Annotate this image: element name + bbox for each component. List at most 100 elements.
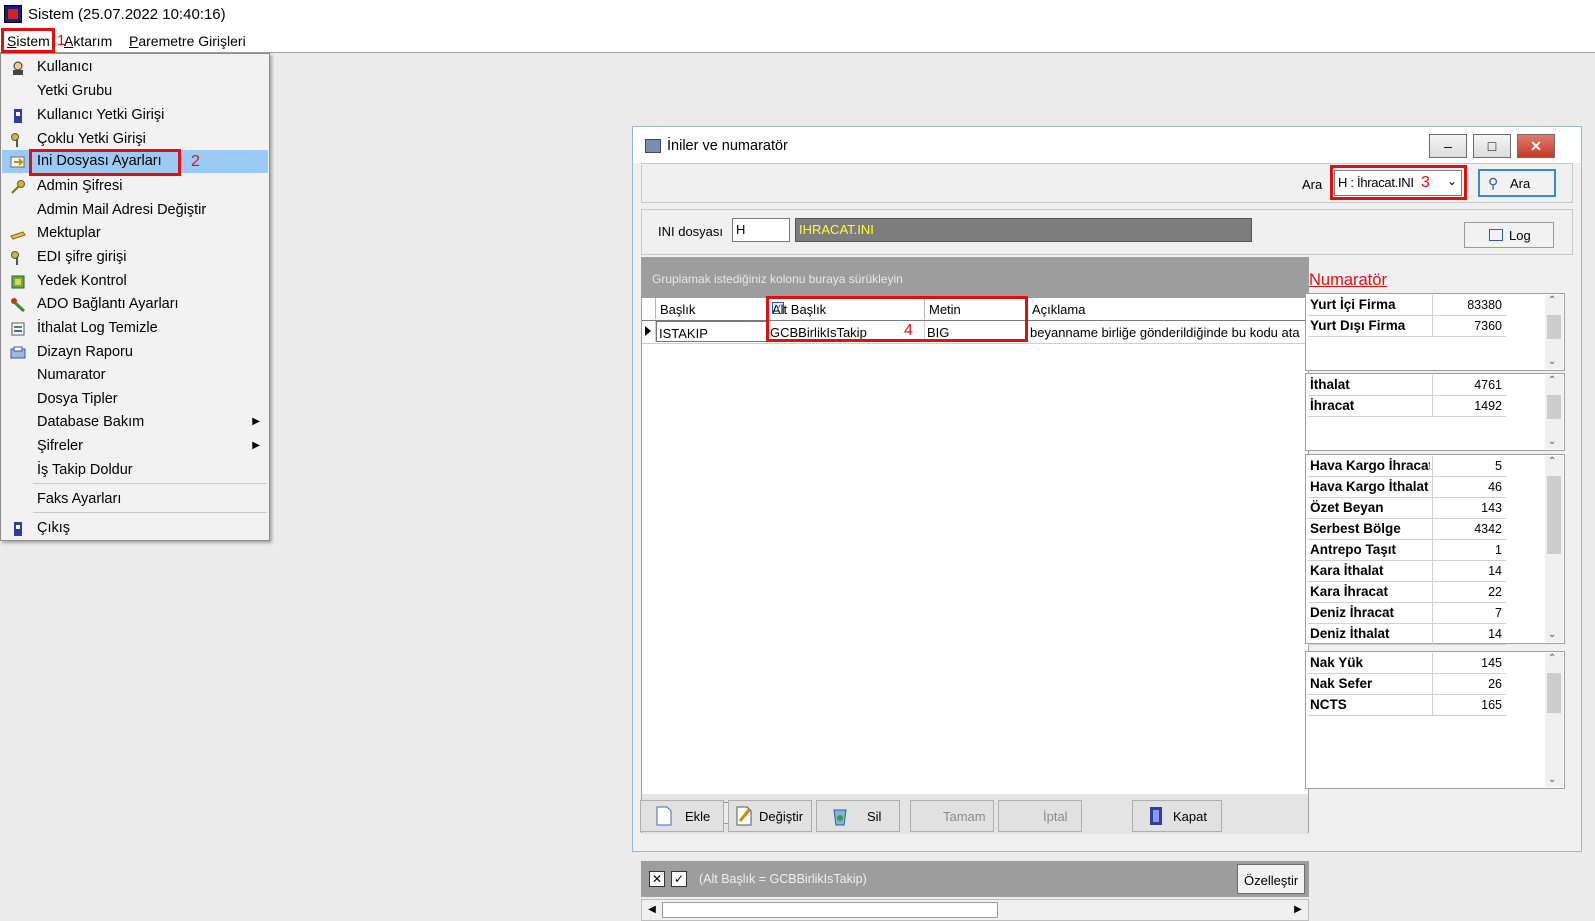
menu-item-coklu-yetki[interactable]: Çoklu Yetki Girişi bbox=[2, 128, 268, 151]
menu-item-is-takip[interactable]: İş Takip Doldur bbox=[2, 459, 268, 482]
edit-button[interactable]: Değiştir bbox=[728, 800, 812, 832]
app-title: Sistem (25.07.2022 10:40:16) bbox=[28, 6, 226, 23]
submenu-arrow-icon: ▶ bbox=[252, 440, 260, 451]
highlight-box-search bbox=[1330, 165, 1467, 200]
menu-item-ado-baglanti[interactable]: ADO Bağlantı Ayarları bbox=[2, 293, 268, 316]
menu-aktarim[interactable]: Aktarım bbox=[64, 33, 112, 49]
cancel-button[interactable]: İptal bbox=[998, 800, 1082, 832]
list-item[interactable]: Kara İthalat 14 bbox=[1308, 561, 1506, 582]
search-button[interactable]: ⚲ Ara bbox=[1478, 169, 1556, 197]
highlight-box-ini bbox=[29, 149, 181, 176]
group-by-panel[interactable]: Gruplamak istediğiniz kolonu buraya sürü… bbox=[642, 258, 1308, 298]
menu-item-database-bakim[interactable]: Database Bakım ▶ bbox=[2, 411, 268, 434]
exit-door-icon bbox=[1147, 806, 1165, 826]
numerator-title: Numaratör bbox=[1309, 271, 1387, 289]
connection-icon bbox=[10, 297, 26, 313]
menubar: Sistem 1 Aktarım Paremetre Girişleri bbox=[0, 28, 1595, 53]
filter-enable-checkbox[interactable]: ✓ bbox=[671, 871, 687, 887]
vertical-scrollbar[interactable]: ⌃ ⌄ bbox=[1545, 456, 1563, 642]
numerator-group-nak: Nak Yük 145 Nak Sefer 26 NCTS 165 ⌃ ⌄ bbox=[1305, 651, 1565, 789]
menu-item-sifreler[interactable]: Şifreler ▶ bbox=[2, 435, 268, 458]
minimize-button[interactable]: – bbox=[1429, 134, 1467, 158]
list-item[interactable]: Hava Kargo İthalat 46 bbox=[1308, 477, 1506, 498]
search-panel: Ara H : İhracat.INI 3 ⌄ ⚲ Ara bbox=[641, 163, 1573, 203]
row-indicator-icon bbox=[642, 321, 656, 342]
clear-filter-icon[interactable]: ✕ bbox=[649, 871, 665, 887]
vertical-scrollbar[interactable]: ⌃ ⌄ bbox=[1545, 653, 1563, 787]
search-label: Ara bbox=[1302, 177, 1323, 192]
submenu-arrow-icon: ▶ bbox=[252, 416, 260, 427]
list-item[interactable]: Özet Beyan 143 bbox=[1308, 498, 1506, 519]
new-document-icon bbox=[655, 806, 673, 826]
horizontal-scrollbar[interactable]: ◀ ▶ bbox=[641, 899, 1309, 921]
menu-parametre[interactable]: Paremetre Girişleri bbox=[129, 33, 246, 49]
menu-item-dosya-tipler[interactable]: Dosya Tipler bbox=[2, 388, 268, 411]
sistem-dropdown-menu: Kullanıcı Yetki Grubu Kullanıcı Yetki Gi… bbox=[0, 53, 270, 541]
menu-item-admin-sifresi[interactable]: Admin Şifresi bbox=[2, 175, 268, 198]
recycle-bin-icon bbox=[831, 806, 849, 826]
list-item[interactable]: Yurt Dışı Firma 7360 bbox=[1308, 316, 1506, 337]
dialog-titlebar: İniler ve numaratör – □ ✕ bbox=[633, 127, 1581, 163]
app-titlebar: Sistem (25.07.2022 10:40:16) bbox=[0, 0, 1595, 30]
list-item[interactable]: İhracat 1492 bbox=[1308, 396, 1506, 417]
scroll-right-icon[interactable]: ▶ bbox=[1290, 902, 1306, 918]
ini-file-panel: INI dosyası H IHRACAT.INI Log bbox=[641, 209, 1573, 255]
scroll-left-icon[interactable]: ◀ bbox=[644, 902, 660, 918]
vertical-scrollbar[interactable]: ⌃ ⌄ bbox=[1545, 375, 1563, 449]
menu-item-ithalat-log[interactable]: İthalat Log Temizle bbox=[2, 317, 268, 340]
delete-button[interactable]: Sil bbox=[816, 800, 900, 832]
ini-settings-icon bbox=[10, 154, 26, 170]
list-item[interactable]: Nak Yük 145 bbox=[1308, 653, 1506, 674]
menu-item-edi-sifre[interactable]: EDI şifre girişi bbox=[2, 246, 268, 269]
list-item[interactable]: Deniz İhracat 7 bbox=[1308, 603, 1506, 624]
numerator-group-ithalat-ihracat: İthalat 4761 İhracat 1492 ⌃ ⌄ bbox=[1305, 373, 1565, 451]
list-item[interactable]: Kara İhracat 22 bbox=[1308, 582, 1506, 603]
keys-icon bbox=[10, 132, 26, 148]
cell-aciklama[interactable]: beyanname birliğe gönderildiğinde bu kod… bbox=[1028, 321, 1308, 342]
list-item[interactable]: İthalat 4761 bbox=[1308, 375, 1506, 396]
close-button[interactable]: Kapat bbox=[1132, 800, 1222, 832]
list-item[interactable]: Antrepo Taşıt 1 bbox=[1308, 540, 1506, 561]
menu-item-kullanici-yetki[interactable]: Kullanıcı Yetki Girişi bbox=[2, 104, 268, 127]
report-icon bbox=[10, 345, 26, 361]
column-header-aciklama[interactable]: Açıklama bbox=[1028, 298, 1308, 319]
numerator-group-tasima: Hava Kargo İhracat 5 Hava Kargo İthalat 46… bbox=[1305, 454, 1565, 645]
menu-item-yetki-grubu[interactable]: Yetki Grubu bbox=[2, 80, 268, 103]
filter-expression: (Alt Başlık = GCBBirlikIsTakip) bbox=[699, 872, 867, 886]
highlight-box-sistem bbox=[1, 28, 55, 53]
list-item[interactable]: Nak Sefer 26 bbox=[1308, 674, 1506, 695]
menu-separator bbox=[33, 483, 267, 484]
menu-item-mektuplar[interactable]: Mektuplar bbox=[2, 222, 268, 245]
add-button[interactable]: Ekle bbox=[640, 800, 724, 832]
list-item[interactable]: NCTS 165 bbox=[1308, 695, 1506, 716]
annotation-2: 2 bbox=[191, 153, 200, 170]
list-item[interactable]: Yurt İçi Firma 83380 bbox=[1308, 295, 1506, 316]
list-item[interactable]: Hava Kargo İhracat 5 bbox=[1308, 456, 1506, 477]
maximize-button[interactable]: □ bbox=[1473, 134, 1511, 158]
letter-icon bbox=[10, 226, 26, 242]
scroll-thumb[interactable] bbox=[662, 902, 998, 918]
edit-document-icon bbox=[735, 806, 753, 826]
menu-item-faks-ayarlari[interactable]: Faks Ayarları bbox=[2, 488, 268, 511]
iniler-dialog: İniler ve numaratör – □ ✕ Ara H : İhraca… bbox=[632, 126, 1582, 921]
menu-item-numarator[interactable]: Numarator bbox=[2, 364, 268, 387]
column-header-baslik[interactable]: Başlık bbox=[656, 298, 768, 319]
keys-icon bbox=[10, 250, 26, 266]
close-window-button[interactable]: ✕ bbox=[1517, 134, 1555, 158]
menu-item-cikis[interactable]: Çıkış bbox=[2, 517, 268, 540]
ini-name-field: IHRACAT.INI bbox=[795, 218, 1252, 242]
cell-baslik[interactable]: ISTAKIP bbox=[656, 321, 768, 342]
vertical-scrollbar[interactable]: ⌃ ⌄ bbox=[1545, 295, 1563, 369]
list-item[interactable]: Deniz İthalat 14 bbox=[1308, 624, 1506, 645]
menu-item-dizayn-raporu[interactable]: Dizayn Raporu bbox=[2, 341, 268, 364]
ok-button[interactable]: Tamam bbox=[910, 800, 994, 832]
menu-item-admin-mail[interactable]: Admin Mail Adresi Değiştir bbox=[2, 199, 268, 222]
list-item[interactable]: Serbest Bölge 4342 bbox=[1308, 519, 1506, 540]
ini-code-field[interactable]: H bbox=[732, 218, 790, 242]
backup-icon bbox=[10, 274, 26, 290]
log-button[interactable]: Log bbox=[1464, 222, 1554, 248]
menu-item-kullanici[interactable]: Kullanıcı bbox=[2, 56, 268, 79]
search-icon: ⚲ bbox=[1488, 175, 1499, 191]
customize-button[interactable]: Özelleştir bbox=[1237, 864, 1305, 894]
menu-item-yedek-kontrol[interactable]: Yedek Kontrol bbox=[2, 270, 268, 293]
